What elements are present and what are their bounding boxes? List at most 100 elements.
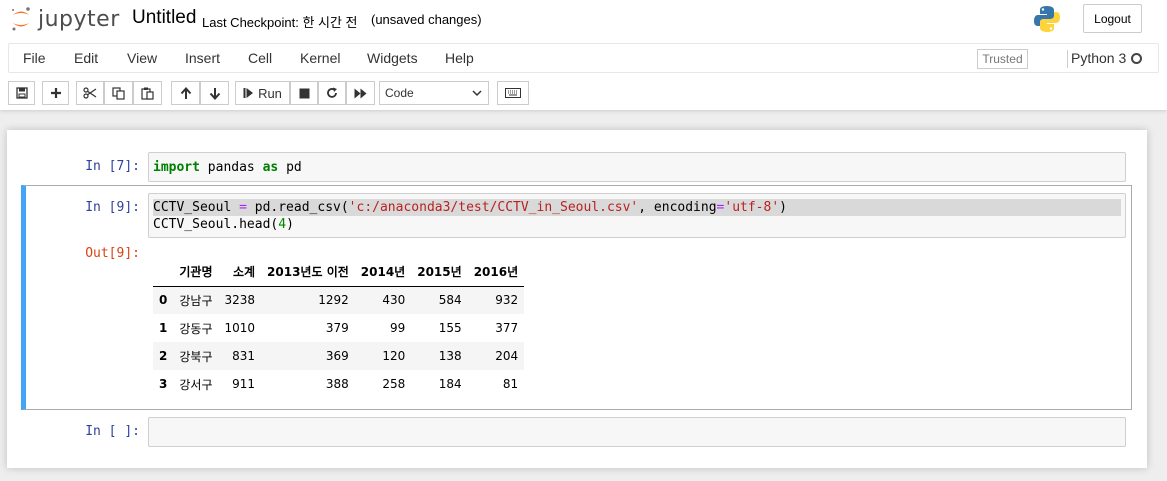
cell-type-value: Code <box>385 86 414 100</box>
table-cell: 430 <box>382 293 406 308</box>
table-cell: 388 <box>325 377 349 391</box>
code-token: 4 <box>278 217 287 232</box>
checkpoint-status: Last Checkpoint: 한 시간 전 <box>202 15 358 30</box>
table-row: 0 강남구 3238 1292 430 584 932 <box>153 286 525 314</box>
logo-text: jupyter <box>38 6 120 32</box>
python-logo-icon <box>1034 6 1060 32</box>
column-header <box>153 258 174 287</box>
code-input[interactable]: import pandas as pd <box>148 152 1126 182</box>
save-button[interactable] <box>8 81 35 105</box>
autosave-status: (unsaved changes) <box>371 12 482 27</box>
code-token: = <box>239 200 247 215</box>
notebook-name[interactable]: Untitled <box>132 7 196 29</box>
menu-insert[interactable]: Insert <box>185 50 220 66</box>
table-cell: 831 <box>232 349 256 363</box>
table-cell: 1010 <box>224 321 256 335</box>
row-index: 1 <box>159 321 168 335</box>
trusted-indicator[interactable]: Trusted <box>977 49 1028 69</box>
move-down-button[interactable] <box>200 81 229 105</box>
table-cell: 81 <box>502 377 519 391</box>
code-token: CCTV_Seoul.head( <box>153 217 279 232</box>
table-cell: 584 <box>438 293 462 308</box>
fast-forward-icon <box>354 88 367 98</box>
table-header-row: 기관명 소계 2013년도 이전 2014년 2015년 2016년 <box>153 258 525 287</box>
run-button-label: Run <box>258 85 282 101</box>
restart-button[interactable] <box>318 81 346 105</box>
code-token: ) <box>286 217 294 232</box>
code-cell[interactable]: In [7]: import pandas as pd <box>22 152 1132 182</box>
table-cell: 184 <box>438 377 462 391</box>
code-token: pandas <box>199 160 263 175</box>
copy-icon <box>112 86 125 100</box>
keyboard-icon <box>505 88 521 98</box>
code-cell-selected[interactable]: In [9]: CCTV_Seoul = pd.read_csv('c:/ana… <box>22 185 1132 410</box>
menu-kernel[interactable]: Kernel <box>300 50 340 66</box>
code-input[interactable] <box>148 417 1126 447</box>
table-row: 3 강서구 911 388 258 184 81 <box>153 370 524 398</box>
row-index: 3 <box>159 377 168 391</box>
column-header: 기관명 <box>173 258 219 287</box>
column-header: 2014년 <box>354 258 412 287</box>
stop-icon <box>299 88 309 98</box>
kernel-name: Python 3 <box>1071 50 1127 66</box>
code-token: pd.read_csv( <box>246 200 349 215</box>
menu-cell[interactable]: Cell <box>248 50 272 66</box>
code-token: ) <box>779 200 787 215</box>
insert-cell-button[interactable] <box>42 81 69 105</box>
code-line: CCTV_Seoul = pd.read_csv('c:/anaconda3/t… <box>153 199 1121 216</box>
logout-button[interactable]: Logout <box>1083 4 1142 33</box>
menu-widgets[interactable]: Widgets <box>367 50 418 66</box>
input-prompt: In [9]: <box>85 200 140 215</box>
table-cell: 258 <box>382 377 406 391</box>
code-token: CCTV_Seoul <box>153 200 240 215</box>
menu-help[interactable]: Help <box>445 50 474 66</box>
menu-edit[interactable]: Edit <box>74 50 98 66</box>
output-prompt: Out[9]: <box>85 246 140 261</box>
arrow-down-icon <box>209 87 220 100</box>
header: jupyter Untitled Last Checkpoint: 한 시간 전… <box>0 0 1167 110</box>
code-token: 'utf-8' <box>724 200 780 215</box>
row-index: 2 <box>159 349 168 363</box>
table-cell: 932 <box>495 293 519 308</box>
arrow-up-icon <box>180 86 191 99</box>
cell-type-select[interactable]: Code <box>379 81 489 105</box>
empty-code-cell[interactable]: In [ ]: <box>22 417 1132 447</box>
move-up-button[interactable] <box>171 81 200 105</box>
code-line: CCTV_Seoul.head(4) <box>153 216 1121 233</box>
table-cell: 120 <box>382 349 406 363</box>
dataframe-output: 기관명 소계 2013년도 이전 2014년 2015년 2016년 0 강남구 3238 12… <box>153 258 525 398</box>
table-cell: 377 <box>495 321 519 335</box>
jupyter-logo[interactable]: jupyter <box>10 5 120 33</box>
menu-view[interactable]: View <box>127 50 157 66</box>
restart-icon <box>327 87 337 98</box>
cut-button[interactable] <box>76 81 104 105</box>
paste-button[interactable] <box>133 81 162 105</box>
row-index: 0 <box>159 293 168 308</box>
table-cell: 1292 <box>318 293 349 308</box>
chevron-down-icon <box>472 90 482 97</box>
code-line: import pandas as pd <box>153 159 1121 176</box>
save-icon <box>15 87 28 99</box>
input-prompt: In [ ]: <box>85 424 140 439</box>
code-token: pd <box>278 160 302 175</box>
menu-file[interactable]: File <box>23 50 46 66</box>
restart-run-all-button[interactable] <box>346 81 375 105</box>
command-palette-button[interactable] <box>497 81 529 105</box>
code-token: 'c:/anaconda3/test/CCTV_in_Seoul.csv' <box>348 200 639 215</box>
column-header: 2015년 <box>411 258 468 287</box>
table-cell: 강북구 <box>179 349 213 364</box>
table-cell: 99 <box>389 321 406 335</box>
interrupt-button[interactable] <box>290 81 318 105</box>
copy-button[interactable] <box>104 81 133 105</box>
table-body: 0 강남구 3238 1292 430 584 932 1 강동구 1010 379 99 155 377… <box>153 286 525 398</box>
table-cell: 강남구 <box>179 293 213 308</box>
table-cell: 204 <box>495 349 519 363</box>
code-input[interactable]: CCTV_Seoul = pd.read_csv('c:/anaconda3/t… <box>148 193 1126 238</box>
jupyter-logo-icon <box>12 7 30 31</box>
input-prompt: In [7]: <box>85 159 140 174</box>
table-cell: 138 <box>438 349 462 363</box>
run-button[interactable]: Run <box>235 81 290 105</box>
plus-icon <box>50 88 61 98</box>
table-cell: 369 <box>325 349 349 363</box>
menubar: File Edit View Insert Cell Kernel Widget… <box>8 43 1159 73</box>
